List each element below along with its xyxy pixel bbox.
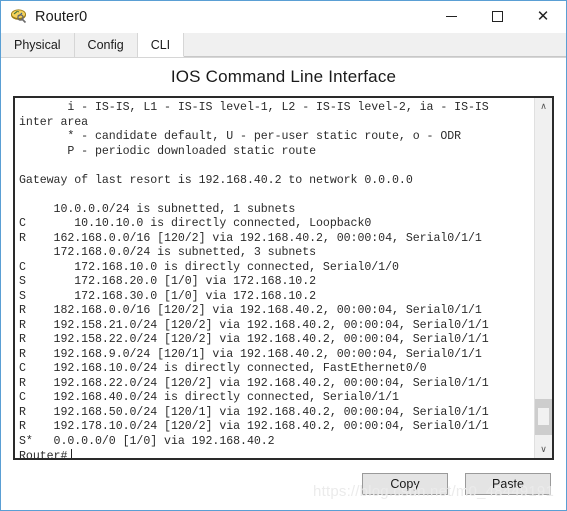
tab-physical[interactable]: Physical xyxy=(1,33,75,57)
maximize-button[interactable] xyxy=(474,1,520,32)
terminal-line: S 172.168.20.0 [1/0] via 172.168.10.2 xyxy=(19,275,317,289)
page-title: IOS Command Line Interface xyxy=(170,67,397,86)
terminal-line: S 172.168.30.0 [1/0] via 172.168.10.2 xyxy=(19,289,317,303)
terminal-scrollbar[interactable]: ∧ ∨ xyxy=(534,98,552,458)
window-controls: ✕ xyxy=(428,1,566,32)
terminal-prompt-line[interactable]: Router# xyxy=(19,449,534,458)
cli-pane: IOS Command Line Interface i - IS-IS, L1… xyxy=(1,58,566,510)
terminal-line: R 192.158.22.0/24 [120/2] via 192.168.40… xyxy=(19,333,489,347)
action-button-row: Copy Paste https://blog.csdn.net/m0_4844… xyxy=(1,460,566,507)
terminal-line: C 10.10.10.0 is directly connected, Loop… xyxy=(19,217,372,231)
terminal-line: Gateway of last resort is 192.168.40.2 t… xyxy=(19,173,413,187)
terminal-line: inter area xyxy=(19,115,89,129)
tab-config[interactable]: Config xyxy=(74,33,138,57)
scrollbar-thumb-inner xyxy=(538,408,549,425)
tab-physical-label: Physical xyxy=(14,38,61,52)
terminal-container: i - IS-IS, L1 - IS-IS level-1, L2 - IS-I… xyxy=(13,96,554,460)
terminal-line: R 182.168.0.0/16 [120/2] via 192.168.40.… xyxy=(19,304,482,318)
close-icon: ✕ xyxy=(536,7,550,25)
watermark: https://blog.csdn.net/m0_48449191 xyxy=(313,483,554,500)
tab-filler xyxy=(184,33,566,57)
terminal-line: R 192.168.50.0/24 [120/1] via 192.168.40… xyxy=(19,405,489,419)
terminal-output[interactable]: i - IS-IS, L1 - IS-IS level-1, L2 - IS-I… xyxy=(15,98,534,458)
terminal-line: C 172.168.10.0 is directly connected, Se… xyxy=(19,260,399,274)
terminal-line: 10.0.0.0/24 is subnetted, 1 subnets xyxy=(19,202,296,216)
terminal-line: R 192.168.22.0/24 [120/2] via 192.168.40… xyxy=(19,376,489,390)
terminal-prompt: Router# xyxy=(19,450,68,458)
scroll-up-icon[interactable]: ∧ xyxy=(535,98,552,115)
tab-bar: Physical Config CLI xyxy=(1,33,566,58)
scrollbar-thumb[interactable] xyxy=(535,399,552,435)
tab-cli[interactable]: CLI xyxy=(137,33,185,57)
title-bar: Router0 ✕ xyxy=(1,1,566,33)
text-caret xyxy=(71,449,73,458)
terminal-line: C 192.168.40.0/24 is directly connected,… xyxy=(19,391,399,405)
minimize-icon xyxy=(445,16,457,17)
scroll-down-icon[interactable]: ∨ xyxy=(535,441,552,458)
tab-cli-label: CLI xyxy=(150,37,171,52)
scrollbar-track[interactable] xyxy=(535,115,552,441)
terminal-line: R 192.178.10.0/24 [120/2] via 192.168.40… xyxy=(19,420,489,434)
terminal-line: S* 0.0.0.0/0 [1/0] via 192.168.40.2 xyxy=(19,434,275,448)
terminal-line: 172.168.0.0/24 is subnetted, 3 subnets xyxy=(19,246,317,260)
terminal-line: i - IS-IS, L1 - IS-IS level-1, L2 - IS-I… xyxy=(19,101,489,114)
minimize-button[interactable] xyxy=(428,1,474,32)
terminal-line: R 162.168.0.0/16 [120/2] via 192.168.40.… xyxy=(19,231,482,245)
close-button[interactable]: ✕ xyxy=(520,1,566,32)
tab-config-label: Config xyxy=(87,38,124,52)
terminal-line: C 192.168.10.0/24 is directly connected,… xyxy=(19,362,427,376)
terminal-line: R 192.158.21.0/24 [120/2] via 192.168.40… xyxy=(19,318,489,332)
router-cli-window: Router0 ✕ Physical Config CLI IOS Comman… xyxy=(0,0,567,511)
terminal-line: R 192.168.9.0/24 [120/1] via 192.168.40.… xyxy=(19,347,482,361)
router-icon xyxy=(10,8,28,26)
maximize-icon xyxy=(491,11,503,22)
terminal-line: P - periodic downloaded static route xyxy=(19,144,317,158)
terminal-line: * - candidate default, U - per-user stat… xyxy=(19,130,462,144)
window-title: Router0 xyxy=(35,8,88,25)
